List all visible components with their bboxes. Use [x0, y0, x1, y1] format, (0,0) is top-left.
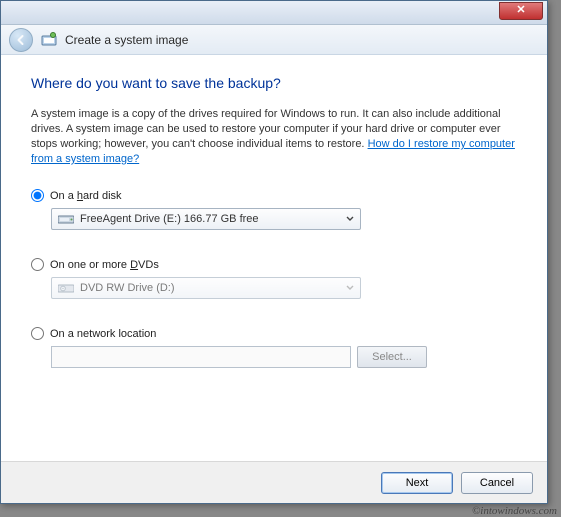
- titlebar: ✕: [1, 1, 547, 25]
- back-button[interactable]: [9, 28, 33, 52]
- option-dvd-row[interactable]: On one or more DVDs: [31, 258, 517, 271]
- cancel-button[interactable]: Cancel: [461, 472, 533, 494]
- page-heading: Where do you want to save the backup?: [31, 75, 517, 91]
- radio-network[interactable]: [31, 327, 44, 340]
- radio-dvd[interactable]: [31, 258, 44, 271]
- close-icon: ✕: [516, 4, 525, 16]
- back-arrow-icon: [15, 34, 27, 46]
- option-dvd: On one or more DVDs DVD RW Drive (D:): [31, 258, 517, 299]
- watermark: ©intowindows.com: [472, 505, 557, 517]
- network-select-button: Select...: [357, 346, 427, 368]
- network-path-input: [51, 346, 351, 368]
- header-bar: Create a system image: [1, 25, 547, 55]
- wizard-body: Where do you want to save the backup? A …: [1, 55, 547, 453]
- wizard-footer: Next Cancel: [1, 461, 547, 503]
- page-description: A system image is a copy of the drives r…: [31, 107, 517, 167]
- option-hard-disk: On a hard disk FreeAgent Drive (E:) 166.…: [31, 189, 517, 230]
- chevron-down-icon: [346, 285, 354, 291]
- hard-disk-selected: FreeAgent Drive (E:) 166.77 GB free: [80, 213, 259, 225]
- option-network-label: On a network location: [50, 328, 156, 340]
- dvd-combo: DVD RW Drive (D:): [51, 277, 361, 299]
- close-button[interactable]: ✕: [499, 2, 543, 20]
- option-hard-disk-row[interactable]: On a hard disk: [31, 189, 517, 202]
- network-input-row: Select...: [51, 346, 517, 368]
- dvd-drive-icon: [58, 282, 74, 294]
- dvd-selected: DVD RW Drive (D:): [80, 282, 175, 294]
- wizard-icon: [41, 32, 57, 48]
- radio-hard-disk[interactable]: [31, 189, 44, 202]
- option-hard-disk-label: On a hard disk: [50, 190, 122, 202]
- next-button[interactable]: Next: [381, 472, 453, 494]
- chevron-down-icon: [346, 216, 354, 222]
- option-network-row[interactable]: On a network location: [31, 327, 517, 340]
- hard-disk-combo[interactable]: FreeAgent Drive (E:) 166.77 GB free: [51, 208, 361, 230]
- window-title: Create a system image: [65, 33, 188, 47]
- option-network: On a network location Select...: [31, 327, 517, 368]
- option-dvd-label: On one or more DVDs: [50, 259, 159, 271]
- hard-drive-icon: [58, 213, 74, 225]
- wizard-window: ✕ Create a system image Where do you wan…: [0, 0, 548, 504]
